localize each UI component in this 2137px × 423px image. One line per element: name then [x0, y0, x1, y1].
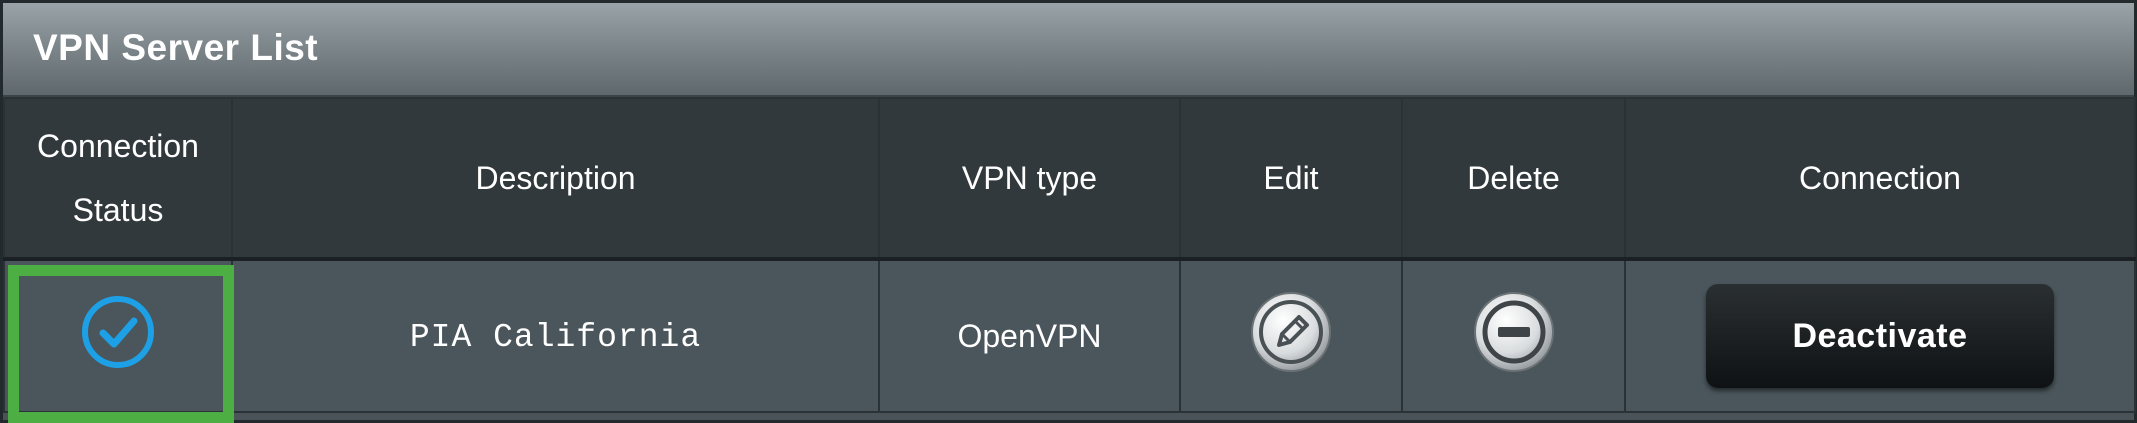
row-vpn-type: OpenVPN [957, 317, 1102, 354]
panel-title: VPN Server List [33, 27, 319, 68]
row-description: PIA California [409, 318, 702, 356]
vpn-type-cell: OpenVPN [878, 258, 1181, 413]
column-header-edit: Edit [1179, 97, 1403, 261]
connection-cell: Deactivate [1624, 258, 2136, 413]
description-cell: PIA California [231, 258, 880, 413]
edit-cell [1179, 258, 1403, 413]
column-header-connection-status: Connection Status [3, 97, 233, 261]
pencil-icon[interactable] [1249, 290, 1333, 382]
connection-status-header-line2: Status [72, 192, 164, 228]
panel-title-bar: VPN Server List [3, 3, 2134, 97]
vpn-server-table: Connection Status Description VPN type E… [3, 97, 2136, 423]
deactivate-button[interactable]: Deactivate [1706, 284, 2054, 388]
vpn-server-list-panel: VPN Server List Connection Status Descri… [0, 0, 2137, 423]
column-header-connection: Connection [1624, 97, 2136, 261]
connection-status-cell [3, 258, 234, 423]
delete-cell [1401, 258, 1626, 413]
status-highlight-frame [8, 265, 234, 423]
column-header-description: Description [231, 97, 880, 261]
column-header-vpn-type: VPN type [878, 97, 1181, 261]
column-header-delete: Delete [1401, 97, 1626, 261]
minus-circle-icon[interactable] [1472, 290, 1556, 382]
connection-status-header-line1: Connection [37, 128, 199, 164]
table-header-row: Connection Status Description VPN type E… [3, 97, 2136, 261]
table-row: PIA California OpenVPN Deactivate [3, 258, 2136, 423]
